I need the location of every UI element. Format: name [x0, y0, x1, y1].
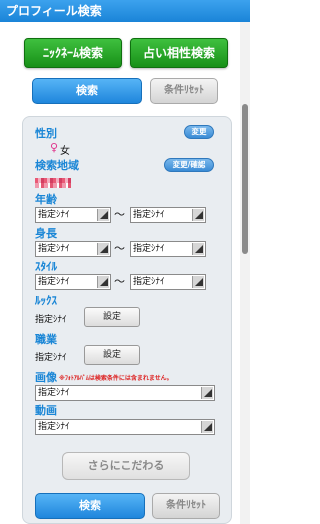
dropdown-arrow-icon [97, 243, 109, 255]
height-min-value: 指定ｼﾅｲ [38, 244, 70, 254]
video-value: 指定ｼﾅｲ [38, 422, 70, 432]
height-max-select[interactable]: 指定ｼﾅｲ [130, 241, 206, 257]
dropdown-arrow-icon [192, 209, 204, 221]
fortune-search-button[interactable]: 占い相性検索 [130, 38, 228, 68]
looks-settings-button[interactable]: 設定 [84, 307, 140, 327]
dropdown-arrow-icon [97, 276, 109, 288]
height-max-value: 指定ｼﾅｲ [133, 244, 165, 254]
search-button-bottom[interactable]: 検索 [35, 493, 145, 519]
page-title: プロフィール検索 [0, 0, 250, 22]
video-label: 動画 [35, 404, 57, 417]
image-select[interactable]: 指定ｼﾅｲ [35, 385, 215, 401]
area-label: 検索地域 [35, 159, 79, 172]
video-select[interactable]: 指定ｼﾅｲ [35, 419, 215, 435]
style-max-value: 指定ｼﾅｲ [133, 277, 165, 287]
style-range-separator: 〜 [114, 275, 125, 288]
scrollbar-track[interactable] [240, 22, 250, 524]
style-min-value: 指定ｼﾅｲ [38, 277, 70, 287]
dropdown-arrow-icon [192, 276, 204, 288]
dropdown-arrow-icon [201, 387, 213, 399]
age-label: 年齢 [35, 193, 57, 206]
looks-value: 指定ｼﾅｲ [35, 315, 67, 325]
looks-label: ﾙｯｸｽ [35, 294, 57, 307]
nickname-search-button[interactable]: ﾆｯｸﾈｰﾑ検索 [24, 38, 122, 68]
height-min-select[interactable]: 指定ｼﾅｲ [35, 241, 111, 257]
style-label: ｽﾀｲﾙ [35, 260, 57, 273]
job-label: 職業 [35, 333, 57, 346]
scrollbar-thumb[interactable] [242, 104, 248, 254]
age-min-value: 指定ｼﾅｲ [38, 210, 70, 220]
height-range-separator: 〜 [114, 242, 125, 255]
age-min-select[interactable]: 指定ｼﾅｲ [35, 207, 111, 223]
dropdown-arrow-icon [192, 243, 204, 255]
gender-label: 性別 [35, 127, 57, 140]
dropdown-arrow-icon [201, 421, 213, 433]
dropdown-arrow-icon [97, 209, 109, 221]
image-note: ※ﾌｫﾄｱﾙﾊﾞﾑは検索条件には含まれません。 [59, 375, 173, 382]
more-conditions-button[interactable]: さらにこだわる [62, 452, 190, 480]
female-icon: ♀ [50, 141, 59, 154]
gender-change-button[interactable]: 変更 [184, 125, 214, 139]
image-value: 指定ｼﾅｲ [38, 388, 70, 398]
style-max-select[interactable]: 指定ｼﾅｲ [130, 274, 206, 290]
gender-value: 女 [60, 146, 70, 157]
search-button-top[interactable]: 検索 [32, 78, 142, 104]
height-label: 身長 [35, 227, 57, 240]
image-label: 画像 [35, 371, 57, 384]
reset-button-bottom[interactable]: 条件ﾘｾｯﾄ [152, 493, 220, 519]
reset-button-top[interactable]: 条件ﾘｾｯﾄ [150, 78, 218, 104]
age-range-separator: 〜 [114, 208, 125, 221]
area-value-redacted [35, 178, 71, 188]
age-max-value: 指定ｼﾅｲ [133, 210, 165, 220]
job-settings-button[interactable]: 設定 [84, 345, 140, 365]
area-change-button[interactable]: 変更/確認 [164, 158, 214, 172]
job-value: 指定ｼﾅｲ [35, 353, 67, 363]
age-max-select[interactable]: 指定ｼﾅｲ [130, 207, 206, 223]
style-min-select[interactable]: 指定ｼﾅｲ [35, 274, 111, 290]
